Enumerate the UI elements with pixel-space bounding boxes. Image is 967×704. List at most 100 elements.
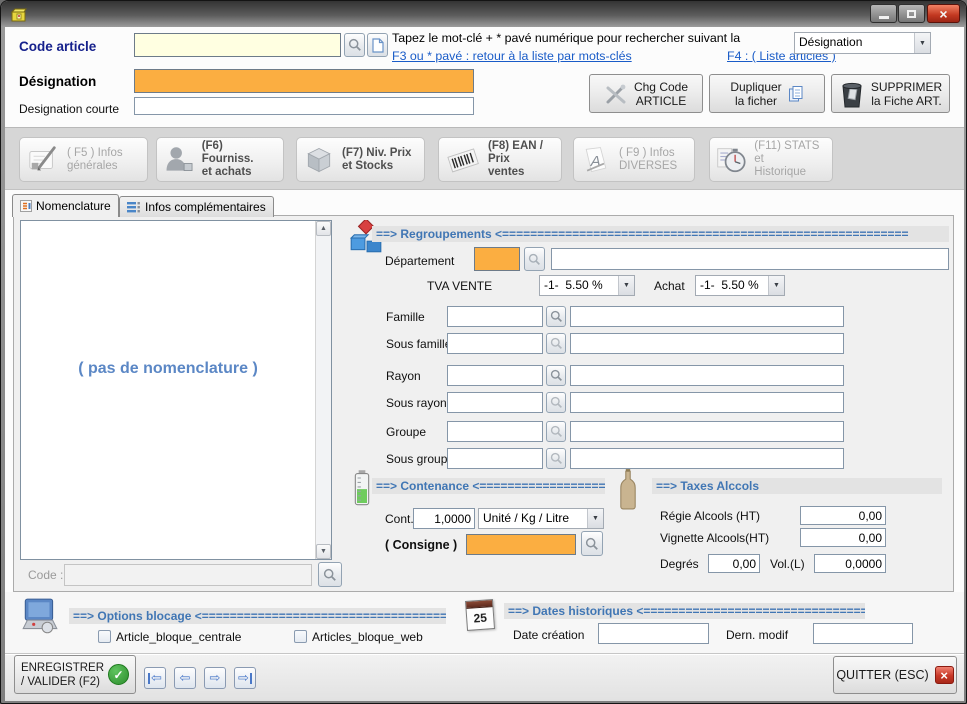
famille-search-button[interactable]: [546, 306, 566, 327]
achat-label: Achat: [654, 279, 685, 293]
f6-fournisseurs-achats-button[interactable]: (F6) Fourniss. et achats: [156, 137, 284, 182]
listbox-scrollbar[interactable]: ▲ ▼: [315, 221, 331, 559]
nomenclature-code-search-button[interactable]: [318, 562, 342, 587]
titlebar[interactable]: ×: [1, 1, 966, 27]
f7-niveaux-prix-stocks-button[interactable]: (F7) Niv. Prix et Stocks: [296, 137, 425, 182]
departement-label: Département: [385, 254, 454, 268]
options-blocage-header: ==> Options blocage <===================…: [69, 608, 446, 624]
departement-code-input[interactable]: [474, 247, 520, 271]
change-code-label: Chg Code ARTICLE: [634, 80, 688, 108]
box-3d-icon: [303, 144, 335, 176]
nomenclature-listbox[interactable]: ▲ ▼: [20, 220, 332, 560]
infos-list-icon: [127, 201, 141, 213]
magnifier-icon: [550, 452, 563, 465]
tab-infos-complementaires[interactable]: Infos complémentaires: [119, 196, 274, 217]
consigne-search-button[interactable]: [581, 531, 603, 556]
derniere-modif-input[interactable]: [813, 623, 913, 644]
f6-label: (F6) Fourniss. et achats: [202, 140, 277, 179]
new-article-button[interactable]: [367, 33, 388, 57]
article-bloque-centrale-checkbox[interactable]: [98, 630, 111, 643]
magnifier-icon: [585, 537, 599, 551]
articles-bloque-web-checkbox[interactable]: [294, 630, 307, 643]
save-label: ENREGISTRER / VALIDER (F2): [21, 661, 104, 689]
magnifier-icon: [550, 425, 563, 438]
rayon-code-input[interactable]: [447, 365, 543, 386]
f5-infos-generales-button[interactable]: ( F5 ) Infos générales: [19, 137, 148, 182]
tva-achat-combo[interactable]: -1- 5.50 % ▼: [695, 275, 785, 296]
date-creation-label: Date création: [513, 628, 584, 642]
vignette-alcools-input[interactable]: [800, 528, 886, 547]
famille-code-input[interactable]: [447, 306, 543, 327]
regie-alcools-label: Régie Alcools (HT): [660, 509, 760, 523]
search-by-combo[interactable]: Désignation ▼: [794, 32, 931, 54]
maximize-button[interactable]: [898, 4, 925, 23]
sous-rayon-label: Sous rayon: [386, 396, 447, 410]
change-code-button[interactable]: Chg Code ARTICLE: [589, 74, 703, 113]
quit-label: QUITTER (ESC): [836, 668, 928, 682]
tab-nomenclature-label: Nomenclature: [36, 199, 111, 213]
previous-record-button[interactable]: ⇦: [174, 667, 196, 689]
f9-infos-diverses-button[interactable]: A ( F9 ) Infos DIVERSES: [573, 137, 695, 182]
tva-vente-combo[interactable]: -1- 5.50 % ▼: [539, 275, 635, 296]
first-bar-icon: [148, 673, 150, 684]
volume-input[interactable]: [814, 554, 886, 573]
rayon-label: Rayon: [386, 369, 421, 383]
regie-alcools-input[interactable]: [800, 506, 886, 525]
regroupements-header: ==> Regroupements <=====================…: [372, 226, 949, 242]
departement-name-input[interactable]: [551, 248, 949, 270]
contenance-label: Cont.: [385, 512, 414, 526]
consigne-input[interactable]: [466, 534, 576, 555]
red-x-icon: ×: [935, 666, 954, 684]
sous-rayon-name-input[interactable]: [570, 392, 844, 413]
code-article-label: Code article: [19, 39, 96, 54]
f9-label: ( F9 ) Infos DIVERSES: [619, 147, 677, 173]
minimize-button[interactable]: [870, 4, 897, 23]
barcode-icon: [445, 144, 481, 176]
duplicate-button[interactable]: Dupliquer la ficher: [709, 74, 825, 113]
sous-famille-search-button[interactable]: [546, 333, 566, 354]
letter-a-pen-icon: A: [580, 144, 612, 176]
app-package-icon: [10, 6, 28, 24]
contenance-input[interactable]: [413, 508, 475, 529]
scroll-down-icon[interactable]: ▼: [316, 544, 331, 559]
f3-keyword-list-link[interactable]: F3 ou * pavé : retour à la liste par mot…: [392, 49, 632, 63]
degres-input[interactable]: [708, 554, 760, 573]
sous-famille-label: Sous famille: [386, 337, 451, 351]
rayon-name-input[interactable]: [570, 365, 844, 386]
famille-name-input[interactable]: [570, 306, 844, 327]
sous-groupe-search-button[interactable]: [546, 448, 566, 469]
code-article-search-button[interactable]: [344, 33, 365, 57]
sous-groupe-name-input[interactable]: [570, 448, 844, 469]
groupe-code-input[interactable]: [447, 421, 543, 442]
f8-ean-prix-ventes-button[interactable]: (F8) EAN / Prix ventes: [438, 137, 562, 182]
f11-stats-historique-button[interactable]: (F11) STATS et Historique: [709, 137, 833, 182]
groupe-name-input[interactable]: [570, 421, 844, 442]
last-record-button[interactable]: ⇨: [234, 667, 256, 689]
window-body: Code article Tapez le mot-clé + * pavé n…: [5, 27, 964, 701]
sous-famille-name-input[interactable]: [570, 333, 844, 354]
code-article-input[interactable]: [134, 33, 341, 57]
quit-button[interactable]: QUITTER (ESC) ×: [833, 656, 957, 694]
groupe-label: Groupe: [386, 425, 426, 439]
date-creation-input[interactable]: [598, 623, 709, 644]
sous-famille-code-input[interactable]: [447, 333, 543, 354]
groupe-search-button[interactable]: [546, 421, 566, 442]
scroll-up-icon[interactable]: ▲: [316, 221, 331, 236]
designation-input[interactable]: [134, 69, 474, 93]
contenance-header: ==> Contenance <========================…: [372, 478, 605, 494]
sous-groupe-code-input[interactable]: [447, 448, 543, 469]
sous-rayon-code-input[interactable]: [447, 392, 543, 413]
delete-article-button[interactable]: SUPPRIMER la Fiche ART.: [831, 74, 950, 113]
departement-search-button[interactable]: [524, 247, 545, 271]
rayon-search-button[interactable]: [546, 365, 566, 386]
save-button[interactable]: ENREGISTRER / VALIDER (F2) ✓: [14, 655, 136, 694]
close-button[interactable]: ×: [927, 4, 960, 23]
next-record-button[interactable]: ⇨: [204, 667, 226, 689]
unit-combo[interactable]: Unité / Kg / Litre ▼: [478, 508, 604, 529]
sous-rayon-search-button[interactable]: [546, 392, 566, 413]
designation-courte-input[interactable]: [134, 97, 474, 115]
tab-nomenclature[interactable]: Nomenclature: [12, 194, 119, 217]
tva-vente-label: TVA VENTE: [427, 279, 492, 293]
first-record-button[interactable]: ⇦: [144, 667, 166, 689]
arrow-left-icon: ⇦: [151, 670, 162, 686]
